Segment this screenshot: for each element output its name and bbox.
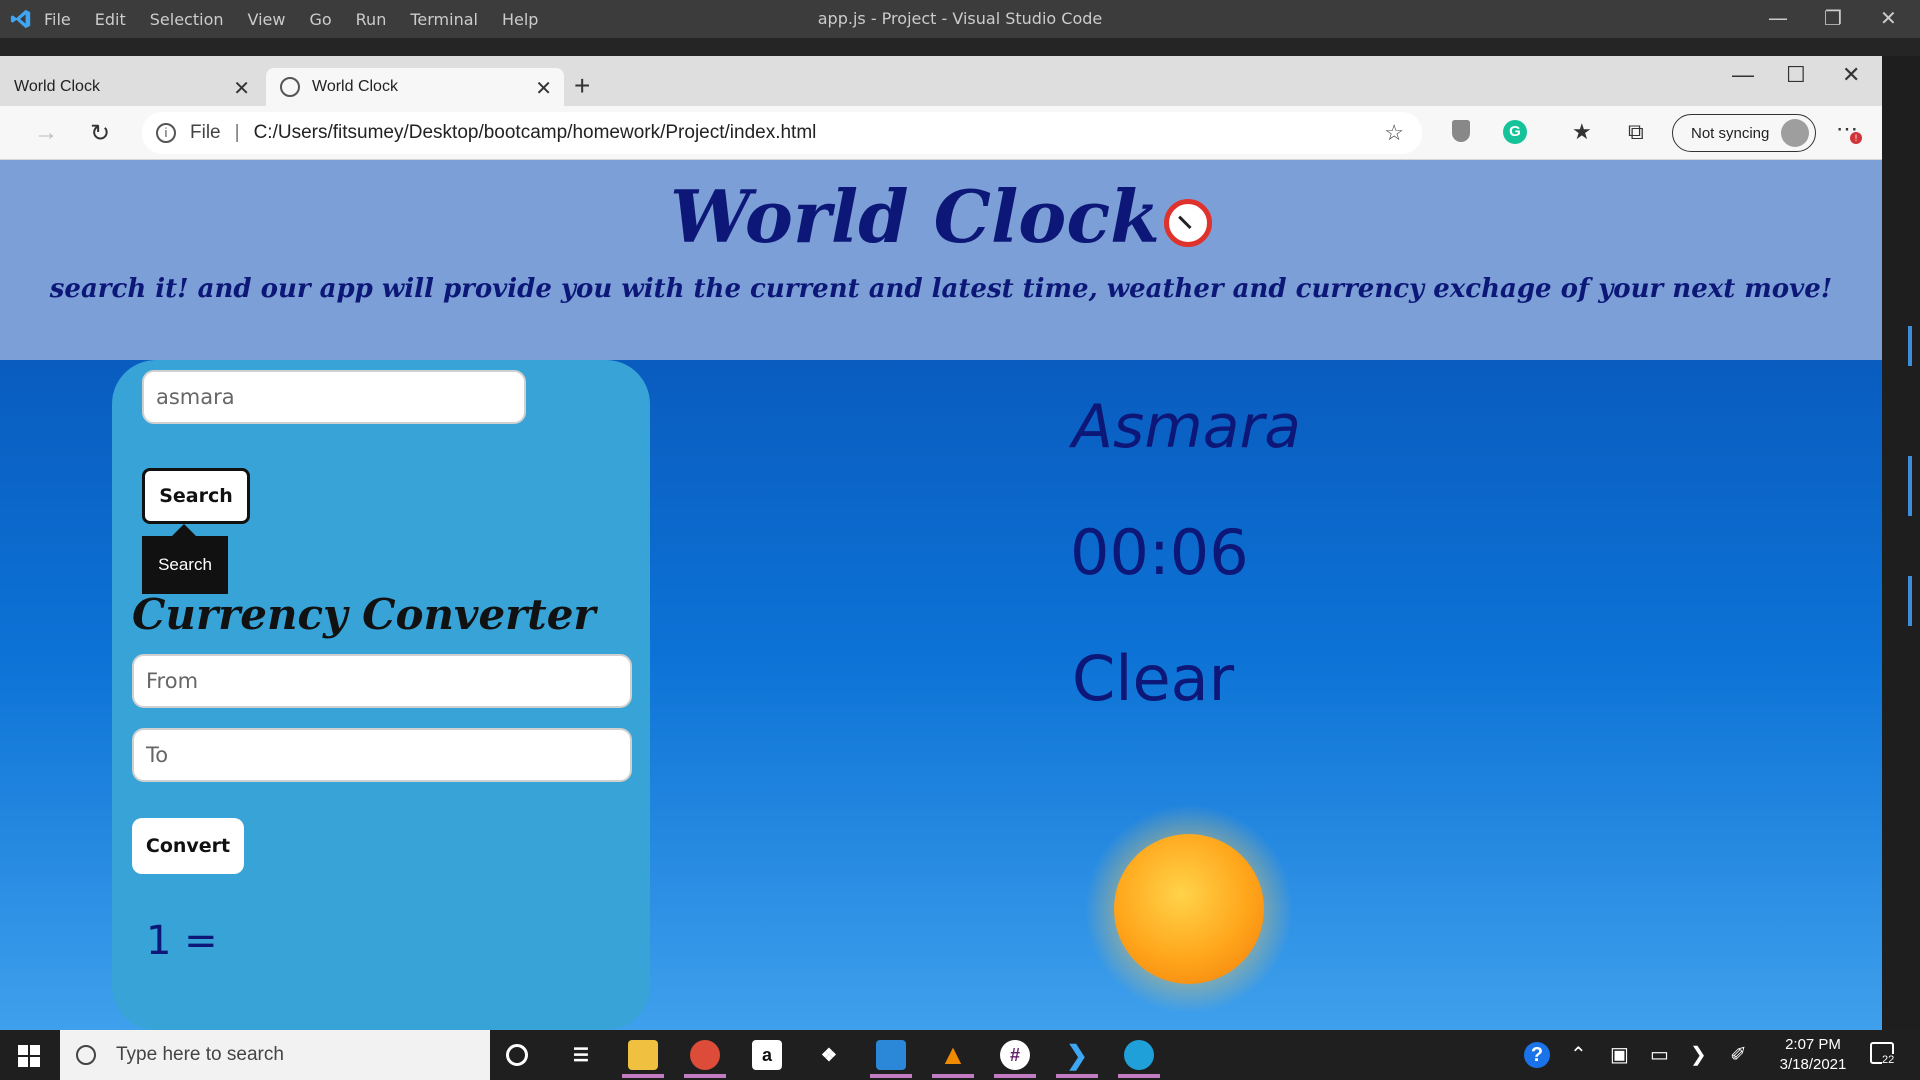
- file-explorer-icon[interactable]: [622, 1040, 664, 1078]
- photos-icon[interactable]: [870, 1040, 912, 1078]
- tab-title: World Clock: [14, 78, 100, 95]
- to-currency-input[interactable]: To: [132, 728, 632, 782]
- web-page: World Clock search it! and our app will …: [0, 160, 1882, 1030]
- taskbar-search-placeholder: Type here to search: [116, 1044, 284, 1065]
- city-name: Asmara: [1072, 392, 1301, 462]
- minimap-marker: [1908, 326, 1912, 366]
- browser-minimize-icon[interactable]: —: [1732, 62, 1754, 88]
- address-url[interactable]: C:/Users/fitsumey/Desktop/bootcamp/homew…: [254, 122, 817, 144]
- page-tagline: search it! and our app will provide you …: [49, 274, 1833, 304]
- minimap-marker: [1908, 576, 1912, 626]
- from-currency-input[interactable]: From: [132, 654, 632, 708]
- search-button[interactable]: Search: [142, 468, 250, 524]
- taskbar-clock[interactable]: 2:07 PM 3/18/2021: [1770, 1035, 1856, 1075]
- close-tab-icon[interactable]: ✕: [535, 76, 552, 101]
- chrome-icon[interactable]: [684, 1040, 726, 1078]
- search-panel: asmara Search Search Currency Converter …: [112, 360, 650, 1030]
- minimap-marker: [1908, 456, 1912, 516]
- more-options-icon[interactable]: ⋯!: [1836, 116, 1862, 144]
- address-bar[interactable]: i File | C:/Users/fitsumey/Desktop/bootc…: [142, 112, 1422, 154]
- weather-condition: Clear: [1072, 642, 1235, 715]
- browser-toolbar: → ↻ i File | C:/Users/fitsumey/Desktop/b…: [0, 106, 1882, 160]
- help-icon[interactable]: ?: [1524, 1042, 1550, 1068]
- currency-converter-title: Currency Converter: [132, 590, 596, 639]
- dropbox-icon[interactable]: ❖: [814, 1040, 844, 1070]
- tab-title: World Clock: [312, 78, 398, 95]
- edge-browser-window: World Clock ✕ World Clock ✕ + — ☐ ✕ → ↻ …: [0, 56, 1882, 1030]
- favorites-icon[interactable]: ★: [1572, 119, 1592, 145]
- pen-icon[interactable]: ✐: [1730, 1042, 1747, 1067]
- sun-weather-icon: [1084, 804, 1294, 1014]
- battery-icon[interactable]: ▭: [1650, 1042, 1669, 1067]
- grammarly-icon[interactable]: G: [1503, 120, 1527, 144]
- page-header: World Clock search it! and our app will …: [0, 160, 1882, 360]
- meet-now-icon[interactable]: ▣: [1610, 1042, 1629, 1067]
- vscode-close-icon[interactable]: ✕: [1880, 6, 1897, 30]
- address-separator: |: [234, 122, 240, 143]
- action-center-icon[interactable]: 22: [1870, 1042, 1895, 1066]
- vscode-title-bar: File Edit Selection View Go Run Terminal…: [0, 0, 1920, 38]
- vscode-minimize-icon[interactable]: —: [1768, 6, 1788, 30]
- vscode-window-title: app.js - Project - Visual Studio Code: [817, 9, 1103, 28]
- taskbar-search-box[interactable]: Type here to search: [60, 1030, 490, 1080]
- new-tab-icon[interactable]: +: [574, 70, 590, 102]
- page-title-row: World Clock: [0, 174, 1882, 259]
- convert-button[interactable]: Convert: [132, 818, 244, 874]
- sync-profile-button[interactable]: Not syncing: [1672, 114, 1816, 152]
- browser-close-icon[interactable]: ✕: [1842, 62, 1860, 88]
- favorite-star-icon[interactable]: ☆: [1384, 120, 1404, 146]
- alarm-clock-icon: [1164, 199, 1213, 247]
- windows-start-icon[interactable]: [18, 1045, 40, 1067]
- main-section: asmara Search Search Currency Converter …: [0, 360, 1882, 1030]
- browser-maximize-icon[interactable]: ☐: [1786, 62, 1806, 88]
- search-tooltip: Search: [142, 524, 228, 594]
- vscode-restore-icon[interactable]: ❐: [1824, 6, 1842, 30]
- wifi-icon[interactable]: ❯: [1690, 1042, 1707, 1067]
- notification-badge: !: [1850, 132, 1862, 144]
- chevron-up-icon[interactable]: ⌃: [1570, 1042, 1587, 1067]
- browser-tab[interactable]: World Clock ✕: [0, 68, 262, 106]
- forward-icon[interactable]: →: [34, 119, 58, 147]
- task-view-icon[interactable]: ☰: [566, 1040, 596, 1070]
- vlc-icon[interactable]: ▲: [932, 1040, 974, 1078]
- conversion-result: 1 =: [146, 918, 218, 964]
- city-time: 00:06: [1070, 516, 1249, 589]
- amazon-icon[interactable]: a: [752, 1040, 782, 1070]
- browser-tab-bar: World Clock ✕ World Clock ✕ + — ☐ ✕: [0, 56, 1882, 106]
- cortana-icon[interactable]: [506, 1044, 528, 1066]
- address-scheme-label: File: [190, 122, 221, 143]
- sun-core: [1114, 834, 1264, 984]
- vscode-editor-minimap: [1882, 56, 1920, 1030]
- clock-date: 3/18/2021: [1779, 1056, 1847, 1073]
- city-search-input[interactable]: asmara: [142, 370, 526, 424]
- close-tab-icon[interactable]: ✕: [233, 76, 250, 101]
- vscode-tab-strip: [0, 38, 1920, 56]
- globe-icon: [280, 77, 300, 97]
- windows-taskbar: Type here to search ☰ a ❖ ▲ # ❯ ? ⌃ ▣ ▭ …: [0, 1030, 1920, 1080]
- notification-count: 22: [1882, 1054, 1895, 1066]
- page-title: World Clock: [669, 174, 1161, 259]
- avatar: [1781, 119, 1809, 147]
- browser-tab-active[interactable]: World Clock ✕: [266, 68, 564, 106]
- vscode-icon[interactable]: ❯: [1056, 1040, 1098, 1078]
- search-icon: [76, 1045, 96, 1065]
- info-icon[interactable]: i: [156, 123, 176, 143]
- collections-icon[interactable]: ⧉: [1628, 119, 1644, 145]
- clock-time: 2:07 PM: [1785, 1036, 1841, 1053]
- edge-icon[interactable]: [1118, 1040, 1160, 1078]
- sync-label: Not syncing: [1691, 124, 1770, 142]
- tracking-shield-icon[interactable]: [1452, 120, 1470, 142]
- slack-icon[interactable]: #: [994, 1040, 1036, 1078]
- refresh-icon[interactable]: ↻: [90, 119, 110, 148]
